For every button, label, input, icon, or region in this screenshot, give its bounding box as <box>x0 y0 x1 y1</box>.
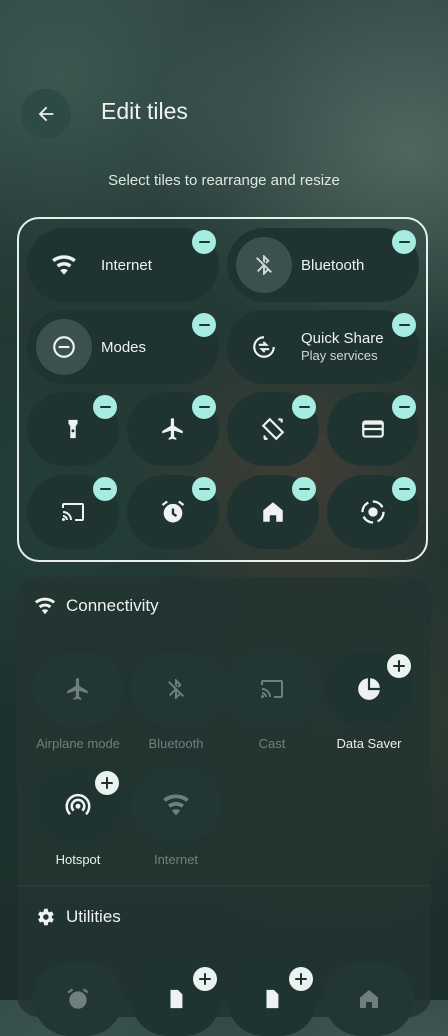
section-header-utilities: Utilities <box>34 906 121 928</box>
header: Edit tiles Select tiles to rearrange and… <box>0 0 448 200</box>
available-tile-label: Bluetooth <box>148 736 204 751</box>
home-icon <box>263 502 283 522</box>
gear-icon <box>34 906 56 928</box>
remove-tile-button[interactable] <box>192 395 216 419</box>
alarm-icon <box>67 988 89 1009</box>
remove-tile-button[interactable] <box>192 230 216 254</box>
section-divider <box>17 885 431 886</box>
remove-tile-button[interactable] <box>93 395 117 419</box>
page-subtitle: Select tiles to rearrange and resize <box>108 172 340 189</box>
auto-rotate-icon <box>261 417 285 441</box>
section-header-connectivity: Connectivity <box>34 595 159 617</box>
cast-icon <box>261 680 283 698</box>
wifi-icon <box>163 794 189 816</box>
wallet-icon <box>362 420 384 438</box>
document-icon <box>266 989 279 1009</box>
tile-label: Internet <box>101 256 152 274</box>
bluetooth-off-icon <box>168 679 184 699</box>
available-tile-label: Internet <box>153 852 199 867</box>
tile-bluetooth[interactable]: Bluetooth <box>227 228 419 302</box>
cast-icon <box>62 503 84 521</box>
available-tile-internet[interactable] <box>131 768 221 842</box>
available-tile-home[interactable] <box>324 962 414 1036</box>
add-tile-button[interactable] <box>95 771 119 795</box>
available-tile-label: Cast <box>258 736 286 751</box>
remove-tile-button[interactable] <box>292 395 316 419</box>
section-title: Connectivity <box>66 596 159 615</box>
remove-tile-button[interactable] <box>192 313 216 337</box>
wifi-icon <box>36 237 92 293</box>
available-tile-label: Hotspot <box>55 852 101 867</box>
tile-internet[interactable]: Internet <box>27 228 219 302</box>
back-button[interactable] <box>21 89 71 139</box>
alarm-icon <box>161 500 185 523</box>
hotspot-icon <box>65 793 91 816</box>
remove-tile-button[interactable] <box>392 313 416 337</box>
add-tile-button[interactable] <box>387 654 411 678</box>
wifi-icon <box>34 595 56 617</box>
available-tile-bluetooth[interactable] <box>131 652 221 726</box>
tile-title: Quick Share <box>301 330 384 347</box>
do-not-disturb-icon <box>36 319 92 375</box>
available-tile-cast[interactable] <box>227 652 317 726</box>
bluetooth-off-icon <box>236 237 292 293</box>
available-tile-label: Data Saver <box>336 736 402 751</box>
airplane-icon <box>67 678 88 700</box>
remove-tile-button[interactable] <box>292 477 316 501</box>
airplane-icon <box>162 418 183 440</box>
screen-record-icon <box>361 500 385 524</box>
tile-modes[interactable]: Modes <box>27 310 219 384</box>
remove-tile-button[interactable] <box>392 230 416 254</box>
section-title: Utilities <box>66 907 121 926</box>
remove-tile-button[interactable] <box>93 477 117 501</box>
tile-subtitle: Play services <box>301 348 378 363</box>
page-title: Edit tiles <box>101 98 188 124</box>
tile-label: Quick Share Play services <box>301 330 384 364</box>
remove-tile-button[interactable] <box>192 477 216 501</box>
add-tile-button[interactable] <box>289 967 313 991</box>
add-tile-button[interactable] <box>193 967 217 991</box>
available-tile-label: Airplane mode <box>36 736 120 751</box>
remove-tile-button[interactable] <box>392 477 416 501</box>
tile-label: Bluetooth <box>301 256 365 274</box>
tile-quick-share[interactable]: Quick Share Play services <box>227 310 419 384</box>
available-tile-airplane-mode[interactable] <box>33 652 123 726</box>
remove-tile-button[interactable] <box>392 395 416 419</box>
home-icon <box>360 990 378 1008</box>
tile-label: Modes <box>101 338 147 356</box>
arrow-back-icon <box>38 106 54 122</box>
data-saver-icon <box>358 678 380 700</box>
available-tile-alarm[interactable] <box>33 962 123 1036</box>
quick-share-icon <box>236 319 292 375</box>
document-icon <box>170 989 183 1009</box>
flashlight-icon <box>68 419 78 439</box>
